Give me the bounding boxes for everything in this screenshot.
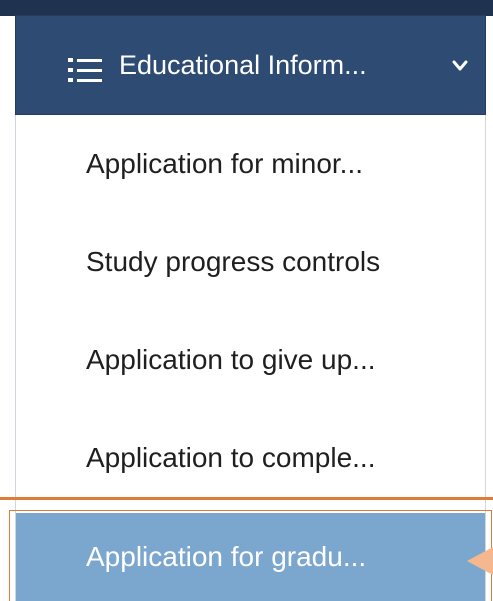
menu-item-study-progress-controls[interactable]: Study progress controls: [16, 213, 485, 311]
menu-title: Educational Inform...: [119, 50, 367, 80]
menu-header-educational-information[interactable]: Educational Inform...: [15, 15, 486, 115]
menu-item-application-to-complete[interactable]: Application to comple...: [16, 409, 485, 507]
menu-item-application-for-minor[interactable]: Application for minor...: [16, 115, 485, 213]
menu-item-application-to-give-up[interactable]: Application to give up...: [16, 311, 485, 409]
menu-item-application-for-graduation[interactable]: Application for gradu...: [16, 513, 485, 601]
dropdown-menu-list: Application for minor... Study progress …: [15, 115, 486, 601]
list-icon: [68, 58, 102, 82]
top-navbar-edge: [0, 0, 493, 16]
chevron-down-icon[interactable]: [452, 59, 468, 73]
annotation-highlight-line: [0, 497, 493, 500]
screenshot-stage: Educational Inform... Application for mi…: [0, 0, 493, 601]
arrow-left-icon: [467, 547, 493, 575]
